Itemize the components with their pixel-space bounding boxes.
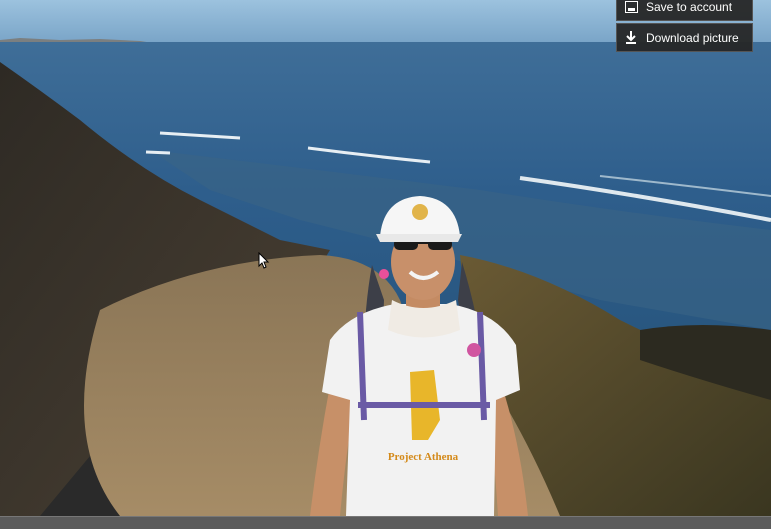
mouse-cursor-icon bbox=[258, 252, 270, 269]
viewer-bottom-bar bbox=[0, 516, 771, 529]
photo-viewer: Project Athena Save to account Download … bbox=[0, 0, 771, 529]
download-picture-button[interactable]: Download picture bbox=[616, 23, 753, 52]
picture-action-menu: Save to account Download picture bbox=[616, 0, 753, 54]
download-picture-label: Download picture bbox=[646, 30, 739, 45]
download-arrow-icon bbox=[624, 31, 638, 45]
save-account-icon bbox=[624, 0, 638, 14]
photo: Project Athena bbox=[0, 0, 771, 516]
shirt-text: Project Athena bbox=[388, 451, 459, 463]
save-to-account-button[interactable]: Save to account bbox=[616, 0, 753, 21]
save-to-account-label: Save to account bbox=[646, 0, 733, 14]
